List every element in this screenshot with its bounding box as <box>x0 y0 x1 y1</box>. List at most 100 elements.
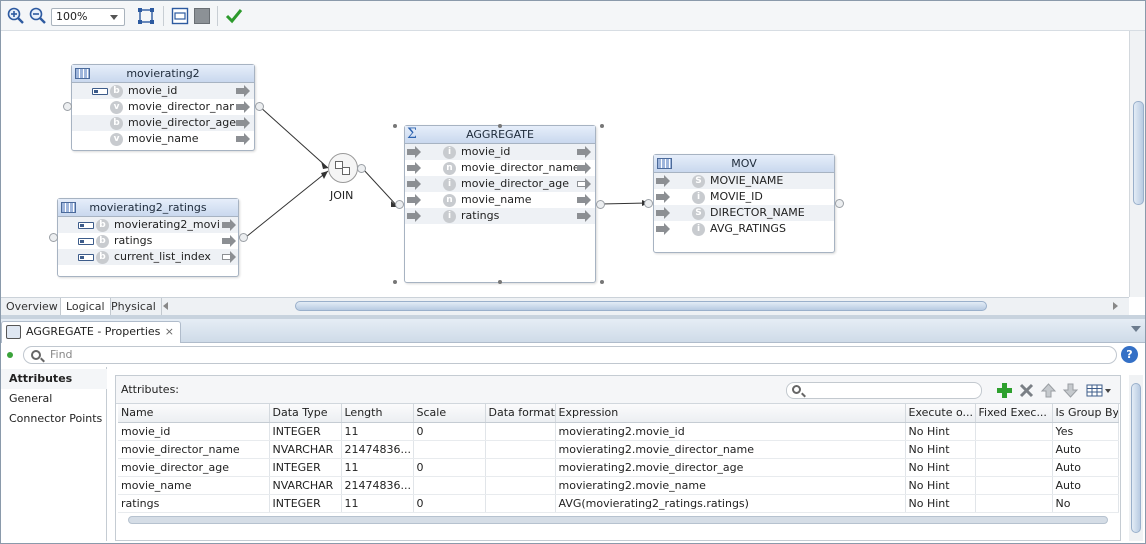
cell-expression[interactable]: movierating2.movie_id <box>555 422 906 441</box>
node-movierating2-ratings[interactable]: movierating2_ratings b movierating2_movi… <box>57 198 239 277</box>
cell-name[interactable]: movie_id <box>118 422 270 441</box>
column-row[interactable]: v movie_director_nam <box>72 99 254 115</box>
find-input[interactable]: Find <box>23 346 1117 364</box>
close-icon[interactable]: × <box>165 322 174 342</box>
attributes-search-input[interactable] <box>786 382 982 399</box>
scrollbar-thumb[interactable] <box>128 516 1108 524</box>
cell-scale[interactable]: 0 <box>413 422 486 441</box>
node-aggregate[interactable]: Σ AGGREGATE i movie_id n movie_director_… <box>404 125 596 283</box>
cell-expression[interactable]: AVG(movierating2_ratings.ratings) <box>555 494 906 513</box>
column-row[interactable]: b movie_id <box>72 83 254 99</box>
scrollbar-thumb[interactable] <box>295 301 987 311</box>
validate-check-icon[interactable] <box>225 7 243 25</box>
cell-data-format[interactable] <box>485 494 556 513</box>
canvas-horizontal-scrollbar[interactable] <box>161 300 1123 312</box>
cell-name[interactable]: movie_director_age <box>118 458 270 477</box>
columns-menu-icon[interactable] <box>1086 382 1114 399</box>
scrollbar-thumb[interactable] <box>1133 101 1144 205</box>
cell-data-format[interactable] <box>485 440 556 459</box>
table-row[interactable]: movie_id INTEGER 11 0 movierating2.movie… <box>118 422 1119 441</box>
column-header-expression[interactable]: Expression <box>555 404 906 423</box>
zoom-out-icon[interactable] <box>29 7 47 25</box>
table-row[interactable]: ratings INTEGER 11 0 AVG(movierating2_ra… <box>118 494 1119 513</box>
layout-icon[interactable] <box>171 7 189 25</box>
cell-fixed-execution[interactable] <box>975 494 1053 513</box>
cell-data-type[interactable]: NVARCHAR <box>269 440 342 459</box>
cell-name[interactable]: ratings <box>118 494 270 513</box>
cell-execute-on[interactable]: No Hint <box>905 458 976 477</box>
scroll-right-icon[interactable] <box>1113 302 1118 310</box>
canvas-vertical-scrollbar[interactable] <box>1129 31 1145 297</box>
cell-fixed-execution[interactable] <box>975 458 1053 477</box>
table-horizontal-scrollbar[interactable] <box>118 514 1118 526</box>
table-row[interactable]: movie_director_age INTEGER 11 0 movierat… <box>118 458 1119 477</box>
output-port[interactable] <box>596 200 605 209</box>
tab-aggregate-properties[interactable]: AGGREGATE - Properties × <box>1 321 181 343</box>
cell-name[interactable]: movie_name <box>118 476 270 495</box>
cell-is-group-by[interactable]: No <box>1052 494 1119 513</box>
table-row[interactable]: movie_director_name NVARCHAR 21474836...… <box>118 440 1119 459</box>
nav-item-attributes[interactable]: Attributes <box>1 369 107 389</box>
node-movierating2[interactable]: movierating2 b movie_id v movie_director… <box>71 64 255 151</box>
cell-scale[interactable]: 0 <box>413 458 486 477</box>
cell-scale[interactable]: 0 <box>413 494 486 513</box>
column-row[interactable]: b movierating2_movi <box>58 217 238 233</box>
join-node[interactable] <box>328 153 358 183</box>
column-row[interactable]: b movie_director_age <box>72 115 254 131</box>
fit-to-view-icon[interactable] <box>137 7 155 25</box>
cell-execute-on[interactable]: No Hint <box>905 476 976 495</box>
cell-fixed-execution[interactable] <box>975 440 1053 459</box>
cell-expression[interactable]: movierating2.movie_director_name <box>555 440 906 459</box>
cell-expression[interactable]: movierating2.movie_name <box>555 476 906 495</box>
output-port[interactable] <box>255 102 264 111</box>
cell-data-type[interactable]: NVARCHAR <box>269 476 342 495</box>
column-header-data-format[interactable]: Data format <box>485 404 556 423</box>
column-row[interactable]: i MOVIE_ID <box>654 189 834 205</box>
column-header-execute-on[interactable]: Execute o... <box>905 404 976 423</box>
cell-fixed-execution[interactable] <box>975 476 1053 495</box>
cell-length[interactable]: 21474836... <box>341 440 414 459</box>
move-down-icon[interactable] <box>1062 382 1079 399</box>
cell-fixed-execution[interactable] <box>975 422 1053 441</box>
cell-length[interactable]: 11 <box>341 458 414 477</box>
column-row[interactable]: v movie_name <box>72 131 254 147</box>
scroll-left-icon[interactable] <box>163 302 168 310</box>
nav-item-connector-points[interactable]: Connector Points <box>1 409 107 429</box>
column-header-is-group-by[interactable]: Is Group By <box>1052 404 1119 423</box>
column-header-scale[interactable]: Scale <box>413 404 486 423</box>
grid-icon[interactable] <box>193 7 211 25</box>
attribute-row[interactable]: i movie_id <box>405 144 595 160</box>
cell-length[interactable]: 11 <box>341 422 414 441</box>
cell-length[interactable]: 21474836... <box>341 476 414 495</box>
help-icon[interactable]: ? <box>1121 346 1138 363</box>
cell-execute-on[interactable]: No Hint <box>905 422 976 441</box>
input-port[interactable] <box>395 200 404 209</box>
tab-overview[interactable]: Overview <box>1 298 64 316</box>
cell-scale[interactable] <box>413 440 486 459</box>
attribute-row[interactable]: i movie_director_age <box>405 176 595 192</box>
column-row[interactable]: S MOVIE_NAME <box>654 173 834 189</box>
cell-execute-on[interactable]: No Hint <box>905 494 976 513</box>
add-icon[interactable] <box>996 382 1013 399</box>
tab-physical[interactable]: Physical <box>106 298 162 316</box>
node-mov[interactable]: MOV S MOVIE_NAME i MOVIE_ID S DIRECTOR_N… <box>653 154 835 253</box>
attribute-row[interactable]: i ratings <box>405 208 595 224</box>
column-header-data-type[interactable]: Data Type <box>269 404 342 423</box>
cell-is-group-by[interactable]: Auto <box>1052 476 1119 495</box>
cell-length[interactable]: 11 <box>341 494 414 513</box>
zoom-select[interactable]: 100% <box>51 8 125 26</box>
column-row[interactable]: i AVG_RATINGS <box>654 221 834 237</box>
selection-handle[interactable] <box>393 280 397 284</box>
input-port[interactable] <box>63 102 72 111</box>
cell-data-format[interactable] <box>485 422 556 441</box>
table-row[interactable]: movie_name NVARCHAR 21474836... movierat… <box>118 476 1119 495</box>
nav-item-general[interactable]: General <box>1 389 107 409</box>
cell-data-format[interactable] <box>485 476 556 495</box>
selection-handle[interactable] <box>600 124 604 128</box>
minimize-panel-icon[interactable] <box>1131 326 1141 332</box>
cell-is-group-by[interactable]: Auto <box>1052 458 1119 477</box>
column-header-fixed-execution[interactable]: Fixed Exec... <box>975 404 1053 423</box>
selection-handle[interactable] <box>498 124 502 128</box>
cell-is-group-by[interactable]: Auto <box>1052 440 1119 459</box>
move-up-icon[interactable] <box>1040 382 1057 399</box>
